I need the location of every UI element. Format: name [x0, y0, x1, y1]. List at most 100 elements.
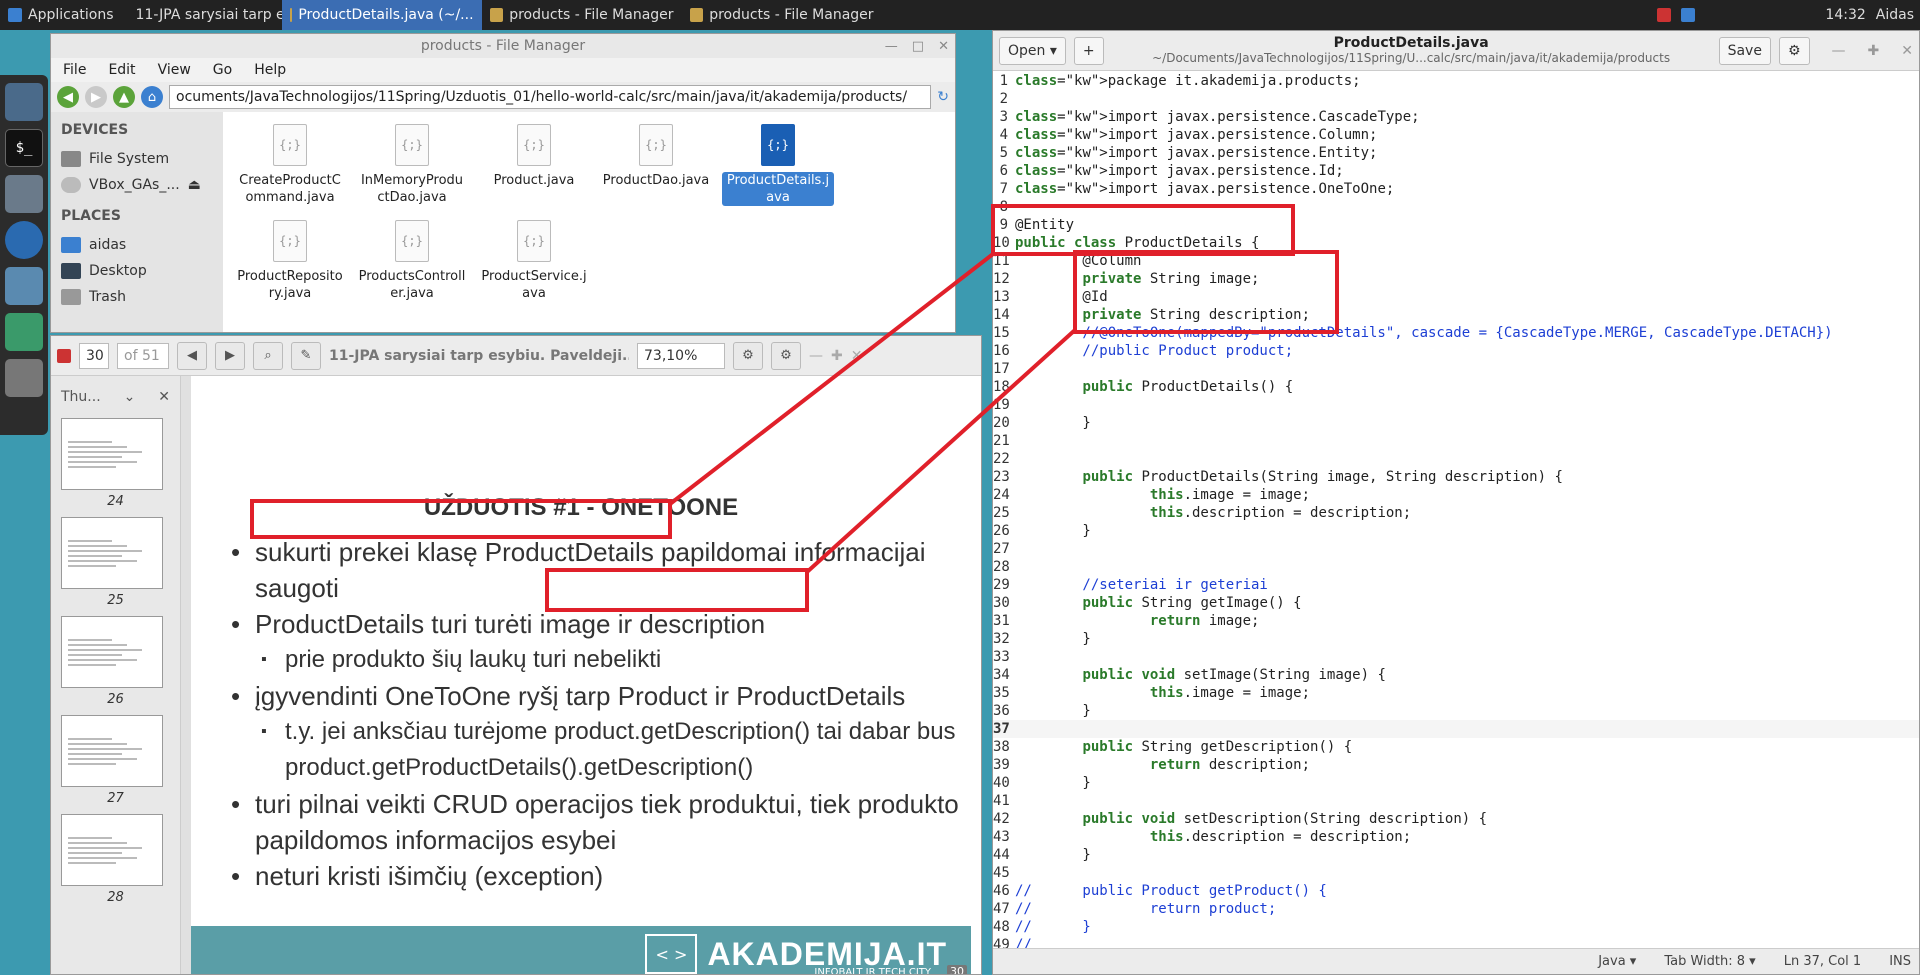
file-item[interactable]: {;} ProductsController.java: [351, 220, 473, 316]
sidebar-item-desktop[interactable]: Desktop: [61, 258, 213, 284]
menu-view[interactable]: View: [158, 62, 191, 78]
thumbnail-page[interactable]: 27: [61, 715, 170, 806]
code-line[interactable]: 11 @Column: [993, 252, 1919, 270]
code-line[interactable]: 24 this.image = image;: [993, 486, 1919, 504]
code-line[interactable]: 16 //public Product product;: [993, 342, 1919, 360]
search-icon[interactable]: ⌕: [253, 341, 283, 370]
task-editor[interactable]: ProductDetails.java (~/...: [281, 0, 482, 30]
user-menu[interactable]: Aidas: [1876, 7, 1914, 23]
code-line[interactable]: 8: [993, 198, 1919, 216]
code-line[interactable]: 32 }: [993, 630, 1919, 648]
code-line[interactable]: 10 public class ProductDetails {: [993, 234, 1919, 252]
sidebar-item-vbox[interactable]: VBox_GAs_... ⏏: [61, 172, 213, 198]
code-line[interactable]: 41: [993, 792, 1919, 810]
gear-icon[interactable]: ⚙: [733, 341, 763, 370]
file-item[interactable]: {;} InMemoryProductDao.java: [351, 124, 473, 220]
maximize-icon[interactable]: □: [912, 39, 924, 54]
code-line[interactable]: 19: [993, 396, 1919, 414]
code-line[interactable]: 44 }: [993, 846, 1919, 864]
gear-icon[interactable]: ⚙: [771, 341, 801, 370]
minimize-icon[interactable]: —: [809, 348, 823, 364]
thumbnail-page[interactable]: 26: [61, 616, 170, 707]
forward-icon[interactable]: ▶: [85, 86, 107, 108]
code-line[interactable]: 37: [993, 720, 1919, 738]
back-icon[interactable]: ◀: [57, 86, 79, 108]
code-line[interactable]: 2: [993, 90, 1919, 108]
task-pdf[interactable]: 11-JPA sarysiai tarp es...: [122, 0, 282, 30]
task-file-manager-1[interactable]: products - File Manager: [482, 0, 682, 30]
store-icon[interactable]: [5, 313, 43, 351]
up-icon[interactable]: ▲: [113, 86, 135, 108]
code-line[interactable]: 29 //seteriai ir geteriai: [993, 576, 1919, 594]
code-line[interactable]: 25 this.description = description;: [993, 504, 1919, 522]
sidebar-item-filesystem[interactable]: File System: [61, 146, 213, 172]
code-line[interactable]: 39 return description;: [993, 756, 1919, 774]
gear-icon[interactable]: ⚙: [1778, 36, 1810, 65]
save-button[interactable]: Save: [1718, 36, 1771, 65]
path-input[interactable]: ocuments/JavaTechnologijos/11Spring/Uzdu…: [169, 85, 932, 109]
file-item[interactable]: {;} ProductService.java: [473, 220, 595, 316]
sidebar-item-home[interactable]: aidas: [61, 232, 213, 258]
thumbnail-page[interactable]: 25: [61, 517, 170, 608]
minimize-icon[interactable]: —: [1832, 43, 1846, 59]
tab-width-select[interactable]: Tab Width: 8 ▾: [1664, 954, 1755, 969]
tray-edit-icon[interactable]: [1681, 8, 1696, 22]
code-line[interactable]: 9 @Entity: [993, 216, 1919, 234]
thumbnail-page[interactable]: 28: [61, 814, 170, 905]
code-line[interactable]: 27: [993, 540, 1919, 558]
close-icon[interactable]: ✕: [851, 348, 863, 364]
menu-file[interactable]: File: [63, 62, 86, 78]
terminal-icon[interactable]: $_: [5, 129, 43, 167]
menu-edit[interactable]: Edit: [108, 62, 135, 78]
annotate-icon[interactable]: ✎: [291, 341, 321, 370]
code-line[interactable]: 35 this.image = image;: [993, 684, 1919, 702]
code-line[interactable]: 18 public ProductDetails() {: [993, 378, 1919, 396]
zoom-select[interactable]: 73,10%: [637, 342, 725, 369]
code-line[interactable]: 33: [993, 648, 1919, 666]
code-line[interactable]: 5 class="kw">import javax.persistence.Ent…: [993, 144, 1919, 162]
code-line[interactable]: 15 //@OneToOne(mappedBy="productDetails"…: [993, 324, 1919, 342]
home-icon[interactable]: [5, 175, 43, 213]
close-icon[interactable]: ✕: [1901, 43, 1913, 59]
code-line[interactable]: 13 @Id: [993, 288, 1919, 306]
chevron-down-icon[interactable]: ⌄: [124, 389, 136, 405]
open-button[interactable]: Open ▾: [999, 36, 1066, 65]
file-item[interactable]: {;} ProductDao.java: [595, 124, 717, 220]
code-line[interactable]: 48 // }: [993, 918, 1919, 936]
language-select[interactable]: Java ▾: [1598, 954, 1636, 969]
code-line[interactable]: 38 public String getDescription() {: [993, 738, 1919, 756]
menu-help[interactable]: Help: [254, 62, 286, 78]
code-line[interactable]: 20 }: [993, 414, 1919, 432]
thumbnail-page[interactable]: 24: [61, 418, 170, 509]
next-page-icon[interactable]: ▶: [215, 341, 245, 370]
file-item[interactable]: {;} ProductDetails.java: [717, 124, 839, 220]
thumbnails-select[interactable]: Thu...: [61, 389, 101, 405]
file-item[interactable]: {;} Product.java: [473, 124, 595, 220]
applications-menu[interactable]: Applications: [0, 0, 122, 30]
settings-icon[interactable]: [5, 359, 43, 397]
tray-pdf-icon[interactable]: [1657, 8, 1672, 22]
close-icon[interactable]: ✕: [158, 389, 170, 405]
sidebar-item-trash[interactable]: Trash: [61, 284, 213, 310]
code-line[interactable]: 30 public String getImage() {: [993, 594, 1919, 612]
code-line[interactable]: 40 }: [993, 774, 1919, 792]
fm-titlebar[interactable]: products - File Manager — □ ✕: [51, 34, 955, 58]
code-line[interactable]: 26 }: [993, 522, 1919, 540]
code-line[interactable]: 3 class="kw">import javax.persistence.Cas…: [993, 108, 1919, 126]
code-line[interactable]: 45: [993, 864, 1919, 882]
code-line[interactable]: 4 class="kw">import javax.persistence.Col…: [993, 126, 1919, 144]
page-input[interactable]: 30: [79, 342, 109, 369]
home-icon[interactable]: ⌂: [141, 86, 163, 108]
browser-icon[interactable]: [5, 221, 43, 259]
menu-go[interactable]: Go: [213, 62, 232, 78]
monitor-icon[interactable]: [5, 83, 43, 121]
code-line[interactable]: 17: [993, 360, 1919, 378]
code-line[interactable]: 12 private String image;: [993, 270, 1919, 288]
maximize-icon[interactable]: ✚: [831, 348, 843, 364]
file-item[interactable]: {;} ProductRepository.java: [229, 220, 351, 316]
minimize-icon[interactable]: —: [885, 39, 898, 54]
prev-page-icon[interactable]: ◀: [177, 341, 207, 370]
code-line[interactable]: 47 // return product;: [993, 900, 1919, 918]
code-line[interactable]: 31 return image;: [993, 612, 1919, 630]
code-area[interactable]: 1 class="kw">package it.akademija.product…: [993, 72, 1919, 950]
